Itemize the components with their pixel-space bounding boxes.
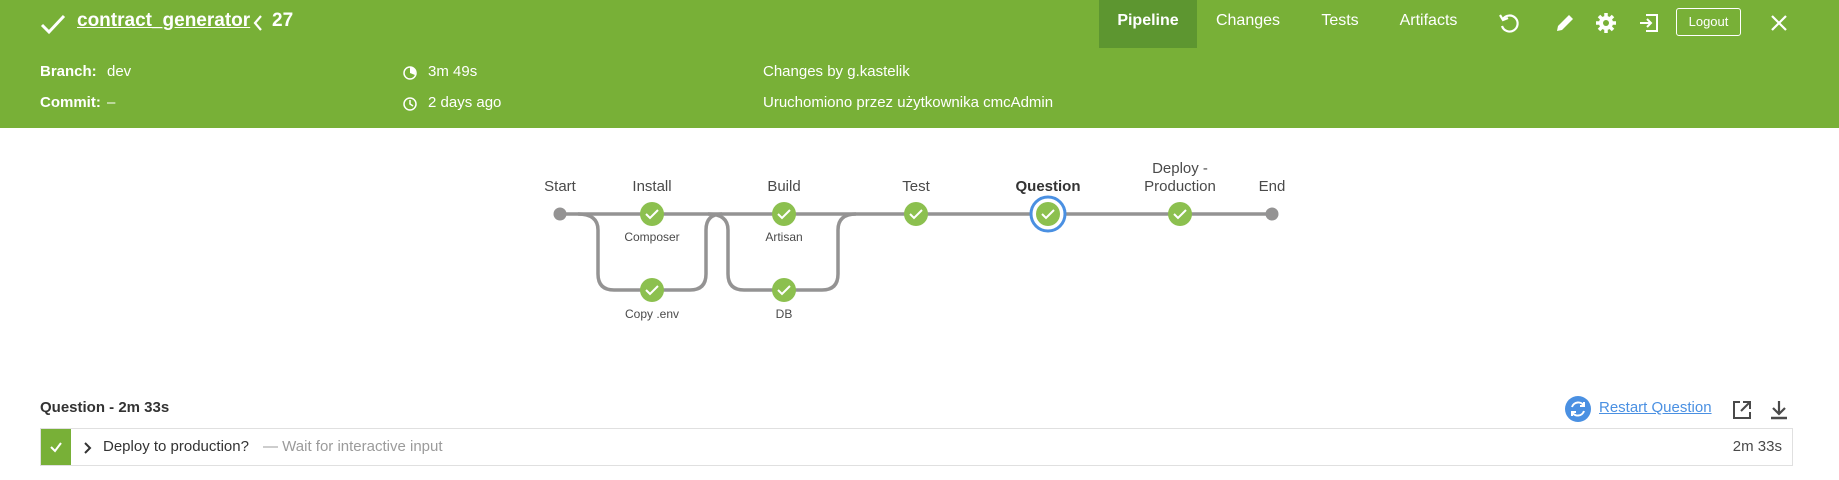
duration-value: 3m 49s <box>428 63 478 80</box>
clock-icon <box>403 97 417 111</box>
step-label-artisan: Artisan <box>765 230 803 244</box>
step-status-success <box>41 429 71 465</box>
changes-by: Changes by g.kastelik <box>763 63 910 80</box>
restart-question-label[interactable]: Restart Question <box>1599 399 1712 416</box>
stage-label-build: Build <box>767 178 801 195</box>
rerun-icon[interactable] <box>1497 11 1521 35</box>
start-node <box>553 207 567 221</box>
expand-chevron-icon[interactable] <box>81 441 93 455</box>
branch-value: dev <box>107 63 132 80</box>
run-number: 27 <box>272 10 294 31</box>
download-icon[interactable] <box>1767 398 1791 422</box>
node-install-composer[interactable] <box>640 202 664 226</box>
commit-label: Commit: <box>40 94 101 111</box>
check-icon <box>50 442 62 453</box>
classic-view-exit-icon[interactable] <box>1637 11 1661 35</box>
step-duration: 2m 33s <box>1732 438 1782 455</box>
end-node <box>1265 207 1279 221</box>
logout-button[interactable]: Logout <box>1676 8 1741 36</box>
step-label-db: DB <box>775 307 793 321</box>
stage-label-end: End <box>1258 178 1286 195</box>
node-build-db[interactable] <box>772 278 796 302</box>
branch-label: Branch: <box>40 63 97 80</box>
restart-icon[interactable] <box>1565 396 1591 422</box>
step-row[interactable]: Deploy to production? — Wait for interac… <box>40 428 1793 466</box>
job-name-link[interactable]: contract_generator <box>77 10 250 32</box>
tab-tests[interactable]: Tests <box>1300 0 1380 48</box>
stage-label-install: Install <box>632 178 672 195</box>
top-bar: contract_generator 27 Pipeline Changes T… <box>0 0 1839 48</box>
node-question-selected[interactable] <box>1029 195 1067 233</box>
node-build-artisan[interactable] <box>772 202 796 226</box>
stage-label-question: Question <box>1015 178 1081 195</box>
open-external-icon[interactable] <box>1730 398 1754 422</box>
node-install-copy-env[interactable] <box>640 278 664 302</box>
node-test[interactable] <box>904 202 928 226</box>
step-label-composer: Composer <box>624 230 680 244</box>
run-cause: Uruchomiono przez użytkownika cmcAdmin <box>763 94 1054 111</box>
tab-artifacts[interactable]: Artifacts <box>1390 0 1467 48</box>
chevron-left-icon[interactable] <box>252 13 264 33</box>
started-value: 2 days ago <box>428 94 502 111</box>
step-label-copy-env: Copy .env <box>624 307 680 321</box>
pipeline-connectors <box>553 195 1279 302</box>
tab-changes[interactable]: Changes <box>1205 0 1291 48</box>
node-deploy-production[interactable] <box>1168 202 1192 226</box>
duration-icon <box>403 66 417 80</box>
stage-label-deploy: Deploy - <box>1152 160 1208 177</box>
close-icon[interactable] <box>1767 11 1791 35</box>
step-description: — Wait for interactive input <box>263 438 443 455</box>
success-check-icon <box>40 14 66 35</box>
gear-icon[interactable] <box>1594 11 1618 35</box>
stage-label-test: Test <box>902 178 930 195</box>
step-panel-title: Question - 2m 33s <box>40 399 170 416</box>
run-summary: Branch: dev Commit: – 3m 49s 2 days ago … <box>0 48 1839 128</box>
pipeline-graph: Start Install Build Test Question Deploy… <box>0 128 1839 378</box>
tab-pipeline[interactable]: Pipeline <box>1099 0 1197 48</box>
commit-value: – <box>107 94 116 111</box>
edit-pencil-icon[interactable] <box>1553 11 1577 35</box>
step-name: Deploy to production? <box>103 438 249 455</box>
